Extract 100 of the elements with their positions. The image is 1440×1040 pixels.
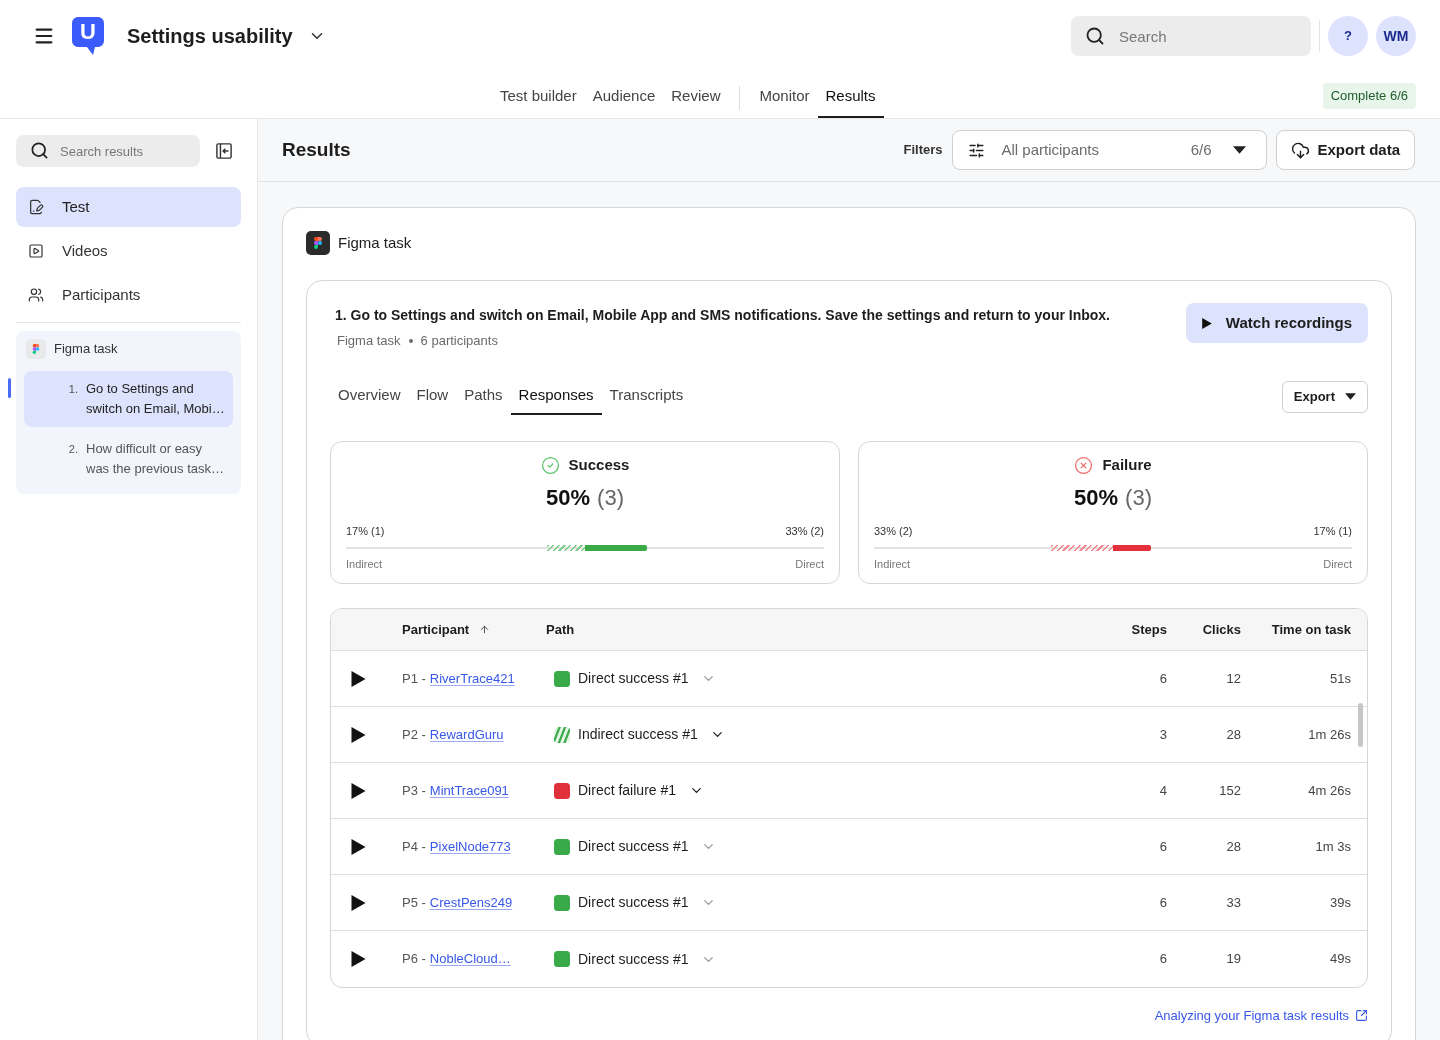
play-button[interactable]: [350, 726, 366, 743]
check-circle-icon: [540, 455, 560, 475]
participant-link[interactable]: NobleCloud…: [429, 949, 511, 969]
indirect-label: Indirect: [346, 556, 383, 572]
export-dropdown-button[interactable]: Export: [1281, 380, 1368, 413]
sidebar-item[interactable]: Participants: [16, 275, 241, 315]
page-title: Results: [282, 137, 351, 162]
panel-collapse-icon: [216, 143, 232, 159]
play-button[interactable]: [350, 838, 366, 855]
active-indicator: [8, 378, 11, 398]
play-button[interactable]: [350, 894, 366, 911]
play-square-icon: [28, 243, 44, 259]
nav-tab[interactable]: Monitor: [751, 72, 818, 118]
filled-square-icon: [554, 782, 570, 799]
cloud-download-icon: [1291, 140, 1311, 160]
nav-tab[interactable]: Audience: [584, 72, 664, 118]
outcome-count: (3): [1125, 483, 1152, 512]
nav-tab[interactable]: Test builder: [492, 72, 585, 118]
help-button[interactable]: ?: [1328, 16, 1368, 56]
path-label: Direct success #1: [578, 837, 689, 856]
x-circle-icon: [1074, 455, 1094, 475]
task-tree-item[interactable]: 2. How difficult or easy was the previous task…: [24, 431, 233, 487]
tab[interactable]: Paths: [456, 378, 511, 415]
document-pen-icon: [28, 199, 44, 215]
collapse-sidebar-button[interactable]: [215, 142, 233, 160]
filter-dropdown[interactable]: All participants 6/6: [952, 130, 1268, 170]
outcome-count: (3): [597, 483, 624, 512]
time-cell-text: 51s: [1330, 669, 1351, 688]
caret-down-icon: [1345, 393, 1356, 400]
play-icon: [350, 670, 366, 687]
play-button[interactable]: [350, 951, 366, 967]
question-meta: 6 participants: [420, 332, 498, 351]
scrollbar-thumb[interactable]: [1358, 703, 1363, 747]
steps-cell-text: 3: [1159, 725, 1167, 744]
export-data-button[interactable]: Export data: [1276, 130, 1415, 170]
filters-label: Filters: [903, 141, 943, 160]
path-label: Direct success #1: [578, 669, 689, 688]
play-icon: [350, 951, 366, 967]
participant-link[interactable]: PixelNode773: [429, 836, 511, 857]
participant-id: P6 -: [402, 950, 426, 969]
time-cell-text: 49s: [1330, 950, 1351, 969]
filled-square-icon: [554, 670, 570, 687]
outcome-label: Success: [568, 454, 630, 475]
clicks-cell-text: 28: [1226, 725, 1241, 744]
task-label: Figma task: [54, 340, 118, 359]
time-cell-text: 1m 26s: [1308, 725, 1351, 744]
column-header: Clicks: [1202, 620, 1241, 639]
play-button[interactable]: [350, 670, 366, 687]
caret-down-icon: [1233, 146, 1247, 154]
direct-label: Direct: [1323, 556, 1352, 572]
tab[interactable]: Overview: [330, 378, 409, 415]
play-icon: [1201, 317, 1212, 329]
participant-link[interactable]: MintTrace091: [429, 780, 509, 801]
participant-id: P3 -: [402, 781, 426, 800]
search-field[interactable]: Search: [1071, 16, 1311, 56]
brand-logo[interactable]: U: [72, 17, 104, 55]
question-title: 1. Go to Settings and switch on Email, Mobile App and SMS notifications. Save the settings and return to your Inbox.: [335, 306, 1111, 325]
filled-square-icon: [554, 838, 570, 855]
outcome-percent: 50%: [1074, 483, 1119, 512]
play-icon: [350, 838, 366, 855]
clicks-cell-text: 33: [1226, 893, 1241, 912]
column-header: Steps: [1131, 620, 1167, 639]
nav-tab[interactable]: Review: [663, 72, 729, 118]
participant-id: P4 -: [402, 837, 426, 856]
path-label: Direct success #1: [578, 949, 689, 969]
sidebar-item[interactable]: Videos: [16, 231, 241, 271]
filled-square-icon: [554, 951, 570, 967]
help-link[interactable]: Analyzing your Figma task results: [1154, 1006, 1368, 1026]
column-header: Time on task: [1271, 620, 1351, 639]
clicks-cell-text: 28: [1226, 837, 1241, 856]
search-icon: [30, 141, 49, 160]
column-header[interactable]: Participant: [402, 619, 470, 640]
indirect-reading: 33% (2): [874, 523, 913, 539]
status-badge: Complete 6/6: [1322, 83, 1416, 109]
participant-link[interactable]: CrestPens249: [429, 892, 513, 913]
participant-link[interactable]: RewardGuru: [429, 724, 504, 745]
user-avatar[interactable]: WM: [1376, 16, 1416, 56]
time-cell-text: 39s: [1330, 893, 1351, 912]
sliders-icon: [968, 141, 986, 159]
search-field[interactable]: Search results: [16, 135, 200, 167]
tab[interactable]: Responses: [510, 378, 602, 415]
search-icon: [1085, 26, 1105, 46]
tab[interactable]: Flow: [408, 378, 457, 415]
play-button[interactable]: [350, 782, 366, 799]
participant-link[interactable]: RiverTrace421: [429, 668, 515, 689]
steps-cell-text: 6: [1159, 669, 1167, 688]
external-link-icon: [1355, 1009, 1368, 1023]
clicks-cell-text: 12: [1226, 669, 1241, 688]
watch-recordings-button[interactable]: Watch recordings: [1185, 303, 1368, 343]
app-logo-icon: [26, 339, 46, 359]
task-title: Figma task: [338, 232, 412, 253]
play-icon: [350, 894, 366, 911]
clicks-cell-text: 19: [1226, 950, 1241, 969]
direct-reading: 17% (1): [1313, 523, 1352, 539]
clicks-cell-text: 152: [1219, 781, 1241, 800]
sidebar-item[interactable]: Test: [16, 187, 241, 227]
tab[interactable]: Transcripts: [601, 378, 692, 415]
path-label: Direct success #1: [578, 893, 689, 912]
task-tree-item[interactable]: 1. Go to Settings and switch on Email, Mobi…: [24, 371, 233, 427]
people-icon: [28, 287, 44, 303]
